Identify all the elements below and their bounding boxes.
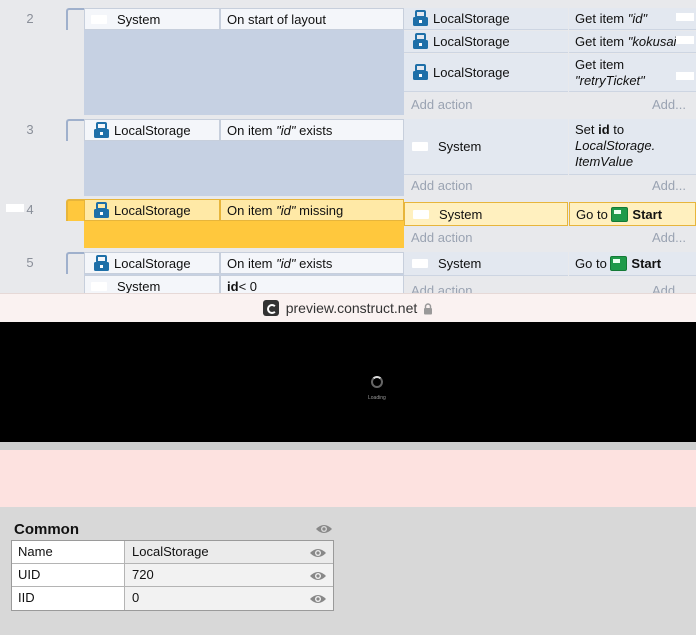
construct-logo	[262, 300, 279, 316]
lock-icon	[423, 302, 433, 315]
event-number: 4	[26, 202, 34, 217]
localstorage-icon	[412, 10, 429, 27]
add-more-link[interactable]: Add...	[652, 178, 686, 193]
action-object[interactable]: LocalStorage	[404, 54, 568, 92]
action-object[interactable]: System	[404, 119, 568, 175]
add-more-link[interactable]: Add...	[652, 230, 686, 245]
property-name: UID	[12, 564, 125, 586]
condition-text[interactable]: On item "id" exists	[220, 119, 404, 141]
game-preview[interactable]: Loading	[0, 322, 696, 442]
condition-object[interactable]: LocalStorage	[84, 119, 220, 141]
property-row[interactable]: Name LocalStorage	[12, 541, 333, 564]
layout-icon	[611, 206, 629, 223]
condition-object[interactable]: LocalStorage	[84, 252, 220, 274]
condition-text[interactable]: On item "id" exists	[220, 252, 404, 274]
localstorage-icon	[93, 201, 110, 219]
url-text: preview.construct.net	[285, 300, 418, 316]
condition-object[interactable]: LocalStorage	[84, 199, 220, 221]
property-value[interactable]: 0	[125, 587, 333, 610]
properties-panel: Common Name LocalStorage UID 720 IID 0	[0, 507, 696, 635]
action-object[interactable]: System	[404, 252, 568, 276]
event-bracket	[66, 199, 84, 221]
property-value[interactable]: LocalStorage	[125, 541, 333, 563]
condition-text[interactable]: On start of layout	[220, 8, 404, 30]
action-text[interactable]: Go to Start	[569, 252, 696, 276]
layout-icon	[610, 255, 628, 272]
eye-icon[interactable]	[309, 570, 327, 582]
condition-object[interactable]: System	[84, 275, 220, 293]
checkbox[interactable]	[412, 259, 428, 268]
condition-text[interactable]: id < 0	[220, 275, 404, 293]
add-more-link[interactable]: Add...	[652, 97, 686, 112]
address-bar[interactable]: preview.construct.net	[0, 293, 696, 322]
property-row[interactable]: IID 0	[12, 587, 333, 610]
property-row[interactable]: UID 720	[12, 564, 333, 587]
eye-icon[interactable]	[309, 593, 327, 605]
event-bracket	[66, 119, 84, 141]
add-more-link[interactable]: Add...	[652, 283, 686, 293]
property-value[interactable]: 720	[125, 564, 333, 586]
property-name: Name	[12, 541, 125, 563]
add-action-link[interactable]: Add action	[411, 178, 472, 193]
add-action-link[interactable]: Add action	[411, 230, 472, 245]
condition-object[interactable]: System	[84, 8, 220, 30]
property-name: IID	[12, 587, 125, 610]
event-sheet: 2 System On start of layout LocalStorage…	[0, 0, 696, 293]
checkbox[interactable]	[413, 209, 429, 219]
condition-text[interactable]: On item "id" missing	[220, 199, 404, 221]
add-action-link[interactable]: Add action	[411, 97, 472, 112]
section-title: Common	[14, 521, 79, 538]
properties-table: Name LocalStorage UID 720 IID 0	[11, 540, 334, 611]
event-bracket	[66, 252, 84, 274]
localstorage-icon	[412, 64, 429, 81]
empty-panel	[0, 450, 696, 507]
event-bracket	[66, 8, 84, 30]
action-object[interactable]: System	[404, 202, 568, 226]
stub	[676, 13, 694, 21]
eye-icon[interactable]	[315, 523, 333, 535]
checkbox[interactable]	[91, 281, 107, 291]
action-object[interactable]: LocalStorage	[404, 31, 568, 53]
add-action-link[interactable]: Add action	[411, 283, 472, 293]
divider	[0, 442, 696, 450]
localstorage-icon	[93, 254, 110, 272]
checkbox[interactable]	[91, 14, 107, 24]
localstorage-icon	[93, 121, 110, 139]
eye-icon[interactable]	[309, 547, 327, 559]
loading-text: Loading	[368, 395, 386, 401]
stub	[676, 72, 694, 80]
action-text[interactable]: Set id to LocalStorage. ItemValue	[569, 119, 696, 175]
event-number: 3	[26, 122, 34, 137]
checkbox[interactable]	[412, 142, 428, 151]
stub	[676, 36, 694, 44]
event-number: 2	[26, 11, 34, 26]
localstorage-icon	[412, 33, 429, 50]
action-object[interactable]: LocalStorage	[404, 8, 568, 30]
event-number: 5	[26, 255, 34, 270]
action-text[interactable]: Go to Start	[569, 202, 696, 226]
loading-spinner-icon	[371, 376, 383, 388]
